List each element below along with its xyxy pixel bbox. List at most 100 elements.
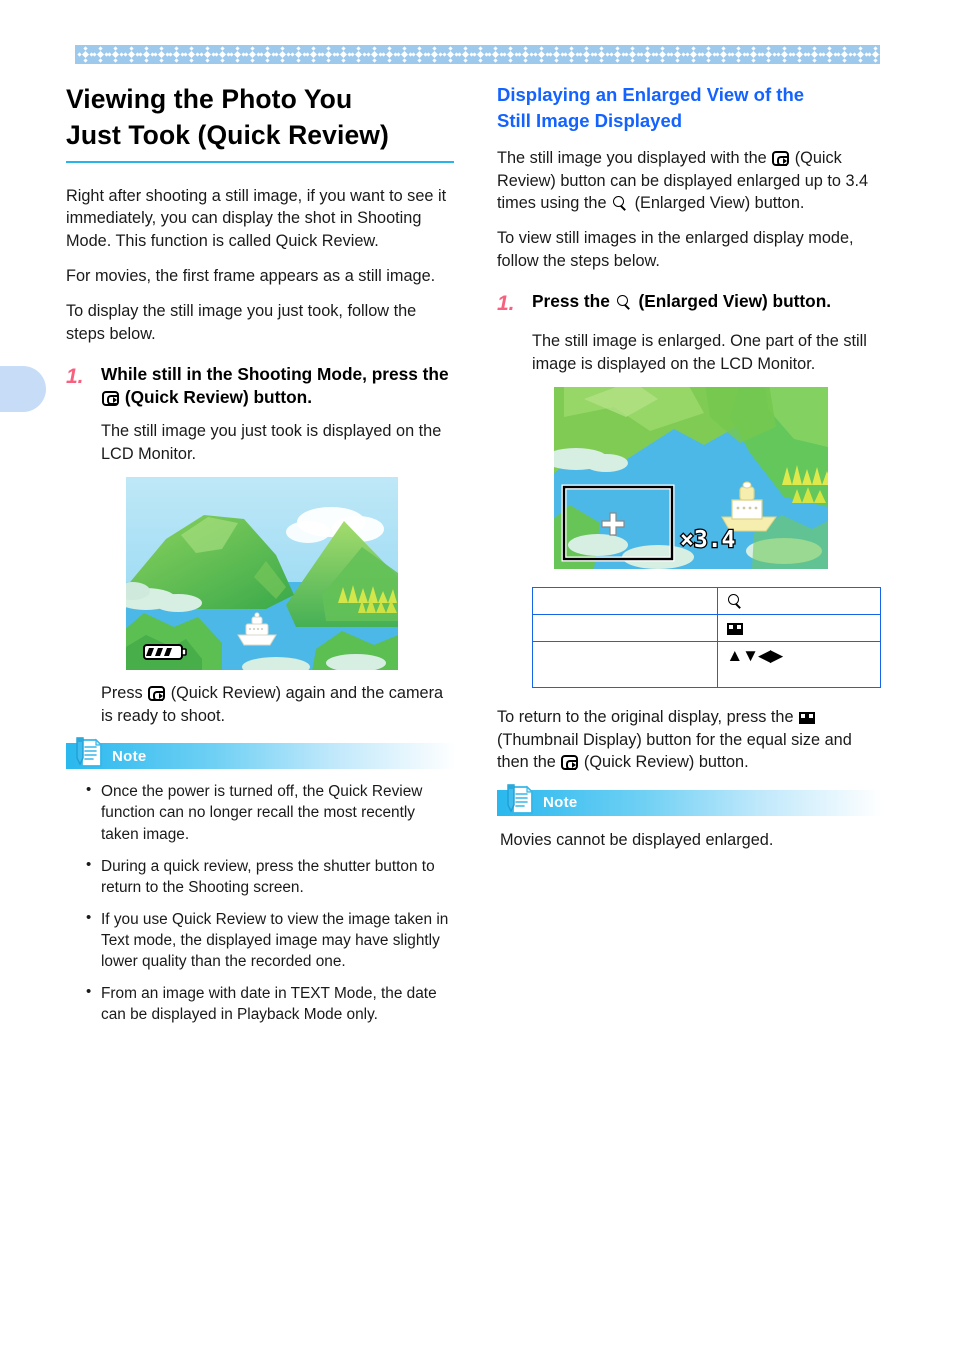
motif-dots	[654, 45, 671, 64]
diamond-motif	[411, 45, 428, 64]
diamond-motif	[836, 45, 853, 64]
diamond-motif	[320, 45, 337, 64]
motif-dots	[472, 45, 489, 64]
closing-text-c: (Quick Review) button.	[583, 753, 749, 772]
diamond-motif	[305, 45, 322, 64]
direction-arrows-icon: ▲▼◀▶	[726, 646, 783, 666]
diamond-motif	[153, 45, 170, 64]
subheading-line2: Still Image Displayed	[497, 109, 683, 131]
note-header-bar: Note	[66, 737, 456, 770]
magnifier-icon	[728, 593, 743, 609]
motif-dots	[867, 45, 880, 64]
motif-dots	[836, 45, 853, 64]
step-1-description: The still image is enlarged. One part of…	[532, 332, 867, 373]
motif-dots	[229, 45, 246, 64]
motif-dots	[381, 45, 398, 64]
lcd-enlarged-figure: ×3.4	[554, 387, 882, 570]
motif-dots	[320, 45, 337, 64]
left-column: Viewing the Photo You Just Took (Quick R…	[66, 82, 456, 1036]
diamond-motif	[624, 45, 641, 64]
diamond-motif	[229, 45, 246, 64]
document-page: Viewing the Photo You Just Took (Quick R…	[0, 0, 954, 1351]
motif-dots	[153, 45, 170, 64]
closing-text-a: To return to the original display, press…	[497, 708, 794, 727]
diamond-motif	[821, 45, 838, 64]
step-1-left: 1. While still in the Shooting Mode, pre…	[66, 363, 456, 408]
table-cell-icon	[717, 614, 881, 643]
diamond-motif	[92, 45, 109, 64]
after-figure-before-icon: Press	[101, 684, 143, 703]
diamond-motif	[426, 45, 443, 64]
note-box-left: Note Once the power is turned off, the Q…	[66, 737, 456, 1025]
diamond-motif	[851, 45, 869, 64]
motif-dots	[669, 45, 686, 64]
step-1-right: 1. Press the (Enlarged View) button.	[497, 290, 882, 318]
diamond-motif	[669, 45, 686, 64]
motif-dots	[441, 45, 459, 64]
motif-dots	[517, 45, 535, 64]
right-intro-paragraph-1: The still image you displayed with the (…	[497, 147, 882, 214]
note-list-item: During a quick review, press the shutter…	[86, 855, 456, 898]
intro-paragraph-3: To display the still image you just took…	[66, 302, 417, 343]
diamond-motif	[138, 45, 155, 64]
key-function-table: ▲▼◀▶	[531, 587, 881, 689]
motif-dots	[730, 45, 747, 64]
motif-dots	[851, 45, 869, 64]
diamond-motif	[593, 45, 610, 64]
diamond-motif	[487, 45, 504, 64]
diamond-motif	[776, 45, 793, 64]
page-title-line1: Viewing the Photo You	[66, 84, 353, 114]
diamond-motif	[745, 45, 762, 64]
page-title-line2: Just Took (Quick Review)	[66, 119, 389, 150]
diamond-motif	[244, 45, 261, 64]
thumbnail-display-icon	[799, 712, 816, 725]
motif-dots	[578, 45, 595, 64]
note-list-item: If you use Quick Review to view the imag…	[86, 908, 456, 972]
diamond-motif	[350, 45, 367, 64]
lcd-landscape-preview	[126, 477, 398, 671]
zoom-level-label: ×3.4	[680, 527, 735, 553]
motif-dots	[365, 45, 383, 64]
note-pen-document-icon	[507, 784, 534, 814]
diamond-motif	[730, 45, 747, 64]
table-cell-icon: ▲▼◀▶	[717, 641, 881, 689]
battery-icon	[143, 644, 187, 661]
step-text-before-icon: Press the	[532, 291, 610, 312]
motif-dots	[502, 45, 519, 64]
diamond-motif	[654, 45, 671, 64]
table-row	[531, 587, 881, 616]
diamond-motif	[608, 45, 626, 64]
right-intro-paragraph-2: To view still images in the enlarged dis…	[497, 229, 854, 270]
intro-paragraph-2: For movies, the first frame appears as a…	[66, 266, 436, 285]
title-underline	[66, 160, 454, 163]
diamond-motif	[684, 45, 702, 64]
motif-dots	[107, 45, 124, 64]
quick-review-icon	[102, 390, 119, 406]
table-cell-label	[531, 614, 719, 643]
diamond-motif	[365, 45, 383, 64]
diamond-motif	[396, 45, 413, 64]
motif-dots	[290, 45, 307, 64]
diamond-motif	[517, 45, 535, 64]
step-1-description: The still image you just took is display…	[101, 422, 442, 463]
motif-dots	[533, 45, 550, 64]
diamond-motif	[472, 45, 489, 64]
diamond-motif	[168, 45, 185, 64]
motif-dots	[122, 45, 140, 64]
motif-dots	[77, 45, 94, 64]
table-cell-icon	[717, 587, 881, 616]
note-list: Once the power is turned off, the Quick …	[86, 780, 456, 1025]
motif-dots	[92, 45, 109, 64]
motif-row	[75, 45, 880, 64]
motif-dots	[821, 45, 838, 64]
diamond-motif	[441, 45, 459, 64]
motif-dots	[593, 45, 610, 64]
step-text-after-icon: (Enlarged View) button.	[638, 291, 832, 312]
motif-dots	[700, 45, 717, 64]
table-cell-label	[531, 587, 719, 616]
motif-dots	[183, 45, 200, 64]
motif-dots	[274, 45, 292, 64]
table-cell-label	[531, 641, 719, 689]
step-text: While still in the Shooting Mode, press …	[101, 363, 456, 408]
quick-review-icon	[561, 755, 579, 771]
